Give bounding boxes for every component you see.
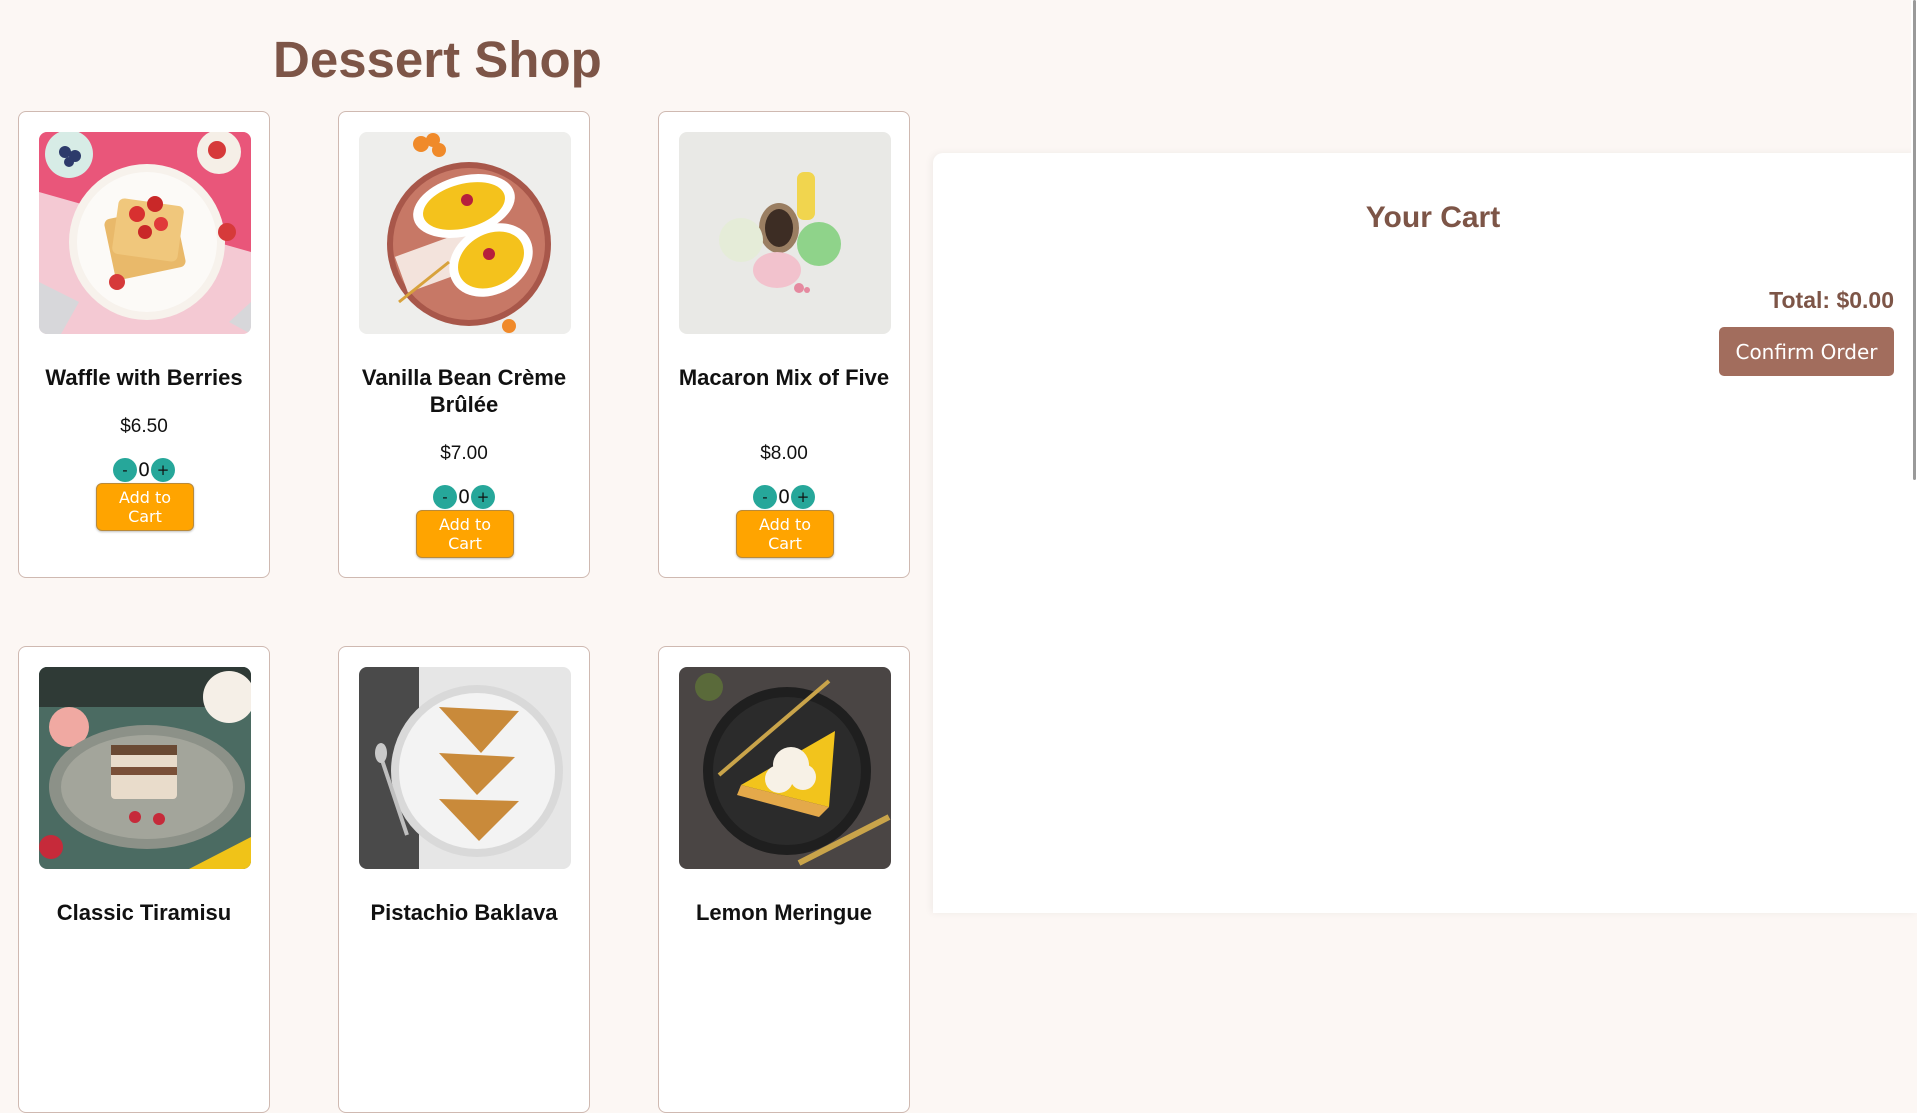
product-card-lemon-meringue: Lemon Meringue (658, 646, 910, 1113)
macaron-image (679, 132, 891, 334)
tiramisu-image (39, 667, 251, 869)
baklava-image (359, 667, 571, 869)
quantity-value: 0 (777, 486, 791, 508)
product-price: $6.50 (120, 416, 168, 437)
cart-panel: Your Cart Total: $0.00 Confirm Order (933, 153, 1917, 913)
product-card-baklava: Pistachio Baklava (338, 646, 590, 1113)
waffle-image (39, 132, 251, 334)
increase-quantity-button[interactable]: + (791, 485, 816, 509)
product-name: Macaron Mix of Five (678, 365, 890, 390)
increase-quantity-button[interactable]: + (471, 485, 496, 509)
add-to-cart-button[interactable]: Add to Cart (416, 510, 514, 558)
decrease-quantity-button[interactable]: - (112, 458, 137, 482)
quantity-value: 0 (457, 486, 471, 508)
product-card-waffle: Waffle with Berries $6.50 - 0 + Add to C… (18, 111, 270, 578)
confirm-order-button[interactable]: Confirm Order (1719, 327, 1894, 376)
quantity-stepper: - 0 + (339, 484, 589, 510)
product-price: $8.00 (760, 443, 808, 464)
product-name: Waffle with Berries (45, 365, 243, 390)
decrease-quantity-button[interactable]: - (432, 485, 457, 509)
quantity-stepper: - 0 + (19, 457, 269, 483)
add-to-cart-button[interactable]: Add to Cart (736, 510, 834, 558)
lemon-meringue-image (679, 667, 891, 869)
increase-quantity-button[interactable]: + (151, 458, 176, 482)
product-name: Vanilla Bean Crème Brûlée (361, 365, 567, 417)
product-price: $7.00 (440, 443, 488, 464)
cart-title: Your Cart (1365, 201, 1501, 234)
add-to-cart-button[interactable]: Add to Cart (96, 483, 194, 531)
decrease-quantity-button[interactable]: - (752, 485, 777, 509)
cart-total: Total: $0.00 (1769, 287, 1894, 313)
product-card-macaron: Macaron Mix of Five $8.00 - 0 + Add to C… (658, 111, 910, 578)
product-card-tiramisu: Classic Tiramisu (18, 646, 270, 1113)
quantity-value: 0 (137, 459, 151, 481)
creme-brulee-image (359, 132, 571, 334)
page-scrollbar[interactable] (1911, 0, 1917, 913)
product-card-creme-brulee: Vanilla Bean Crème Brûlée $7.00 - 0 + Ad… (338, 111, 590, 578)
scrollbar-thumb[interactable] (1913, 0, 1916, 480)
quantity-stepper: - 0 + (659, 484, 909, 510)
shop-title: Dessert Shop (273, 31, 602, 88)
